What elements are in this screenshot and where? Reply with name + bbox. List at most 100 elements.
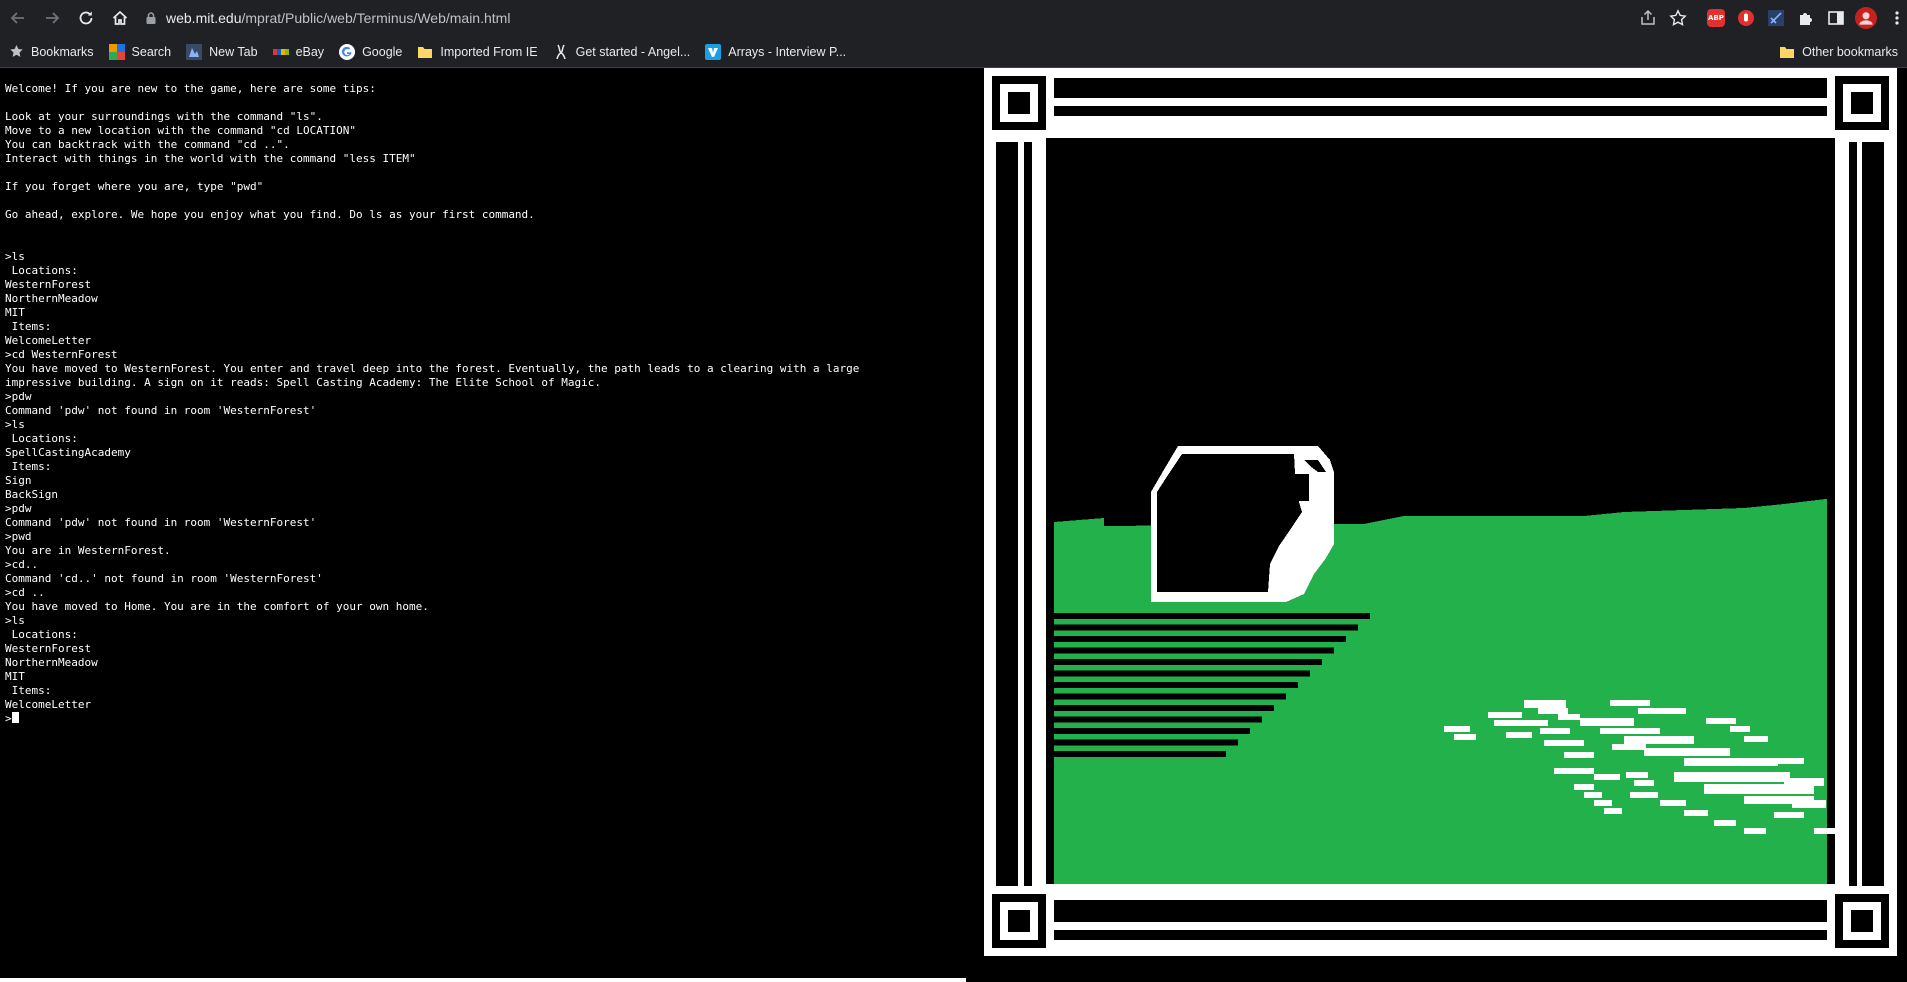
browser-toolbar: web.mit.edu/mprat/Public/web/Terminus/We… — [0, 0, 1907, 36]
terminal-line: BackSign — [5, 488, 58, 501]
terminal-line: Items: — [5, 320, 52, 333]
terminal-line: Locations: — [5, 432, 78, 445]
path-streak — [1554, 768, 1594, 774]
bookmark-imported-from-ie[interactable]: Imported From IE — [409, 39, 544, 65]
path-streak — [1792, 800, 1826, 808]
path-streak — [1644, 748, 1730, 756]
bookmark-ebay[interactable]: eBay — [265, 39, 332, 65]
path-streak — [1564, 752, 1594, 758]
bookmark-bookmarks[interactable]: Bookmarks — [0, 39, 101, 65]
terminal-line: >pdw — [5, 502, 32, 515]
bookmark-search[interactable]: Search — [101, 39, 179, 65]
stair-step — [1054, 693, 1286, 700]
terminal-line: WelcomeLetter — [5, 334, 92, 347]
pause-extension-button[interactable] — [1731, 3, 1761, 33]
back-button[interactable] — [2, 2, 34, 34]
stair-step — [1054, 670, 1310, 677]
bookmark-star-button[interactable] — [1663, 3, 1693, 33]
terminal-line: Locations: — [5, 628, 78, 641]
terminal-line: Welcome! If you are new to the game, her… — [5, 82, 376, 95]
stair-step — [1054, 728, 1250, 734]
path-streak — [1612, 744, 1646, 750]
terminal-line: impressive building. A sign on it reads:… — [5, 376, 602, 389]
bookmark-label: Imported From IE — [440, 44, 538, 59]
terminal-line: MIT — [5, 306, 25, 319]
terminal-line: NorthernMeadow — [5, 292, 98, 305]
path-streak — [1544, 740, 1584, 746]
path-streak — [1626, 772, 1648, 778]
path-streak — [1730, 726, 1750, 732]
path-streak — [1684, 758, 1778, 766]
menu-dots-icon — [1895, 11, 1899, 25]
stair-step — [1054, 716, 1262, 723]
terminal-line: You are in WesternForest. — [5, 544, 171, 557]
path-streak — [1506, 732, 1532, 738]
google-icon — [339, 43, 356, 60]
path-streak — [1624, 736, 1694, 744]
bookmarks-bar: Bookmarks Search New Tab eBay Google Imp… — [0, 36, 1907, 68]
path-streak — [1610, 700, 1650, 706]
path-streak — [1660, 800, 1686, 806]
path-streak — [1630, 792, 1658, 798]
stair-step — [1054, 705, 1274, 711]
bookmark-get-started-angel[interactable]: Get started - Angel... — [545, 39, 698, 65]
other-bookmarks-folder[interactable]: Other bookmarks — [1771, 39, 1905, 65]
adblock-icon: ABP — [1707, 9, 1725, 27]
path-streak — [1674, 772, 1790, 782]
bookmark-label: eBay — [295, 44, 325, 59]
back-icon — [10, 12, 24, 24]
terminal-line: MIT — [5, 670, 25, 683]
path-streak — [1524, 700, 1566, 708]
terminal-line: >ls — [5, 418, 25, 431]
terminal-line: Command 'pdw' not found in room 'Western… — [5, 516, 317, 529]
terminal-output[interactable]: Welcome! If you are new to the game, her… — [0, 68, 980, 982]
extensions-menu-button[interactable] — [1791, 3, 1821, 33]
side-panel-button[interactable] — [1821, 3, 1851, 33]
bookmark-google[interactable]: Google — [331, 39, 409, 65]
extension-button[interactable] — [1761, 3, 1791, 33]
terminal-line: Items: — [5, 684, 52, 697]
adblock-button[interactable]: ABP — [1701, 3, 1731, 33]
path-streak — [1784, 778, 1824, 786]
terminal-line: >pwd — [5, 530, 32, 543]
path-streak — [1574, 784, 1594, 790]
star-icon — [1669, 9, 1687, 26]
forward-button[interactable] — [36, 2, 68, 34]
terminal-line: Go ahead, explore. We hope you enjoy wha… — [5, 208, 535, 221]
path-streak — [1634, 780, 1654, 786]
newtab-icon — [186, 43, 203, 60]
home-button[interactable] — [104, 2, 136, 34]
bookmark-new-tab[interactable]: New Tab — [178, 39, 264, 65]
pause-icon — [1738, 10, 1754, 26]
profile-button[interactable] — [1851, 3, 1881, 33]
stair-step — [1054, 659, 1322, 665]
reload-button[interactable] — [70, 2, 102, 34]
bookmark-arrays-interview[interactable]: Arrays - Interview P... — [697, 39, 853, 65]
path-streak — [1638, 708, 1686, 714]
share-icon — [1641, 9, 1655, 25]
academy-building — [1151, 446, 1334, 602]
path-streak — [1684, 810, 1708, 816]
lock-icon — [146, 12, 156, 24]
stair-step — [1054, 682, 1298, 688]
terminal-line: >pdw — [5, 390, 32, 403]
browser-menu-button[interactable] — [1887, 3, 1907, 33]
folder-icon — [1780, 47, 1795, 58]
share-button[interactable] — [1633, 3, 1663, 33]
text-cursor — [11, 712, 19, 723]
prompt-symbol: > — [5, 712, 12, 725]
terminal-line: Locations: — [5, 264, 78, 277]
path-streak — [1774, 812, 1804, 818]
forest-clearing-scene — [984, 68, 1897, 956]
folder-icon — [418, 46, 433, 58]
path-streak — [1584, 792, 1602, 798]
bookmark-label: New Tab — [209, 44, 258, 59]
angel-icon — [555, 44, 566, 59]
star-icon — [9, 44, 23, 57]
command-prompt[interactable]: > — [5, 712, 980, 726]
terminal-line: WesternForest — [5, 278, 92, 291]
